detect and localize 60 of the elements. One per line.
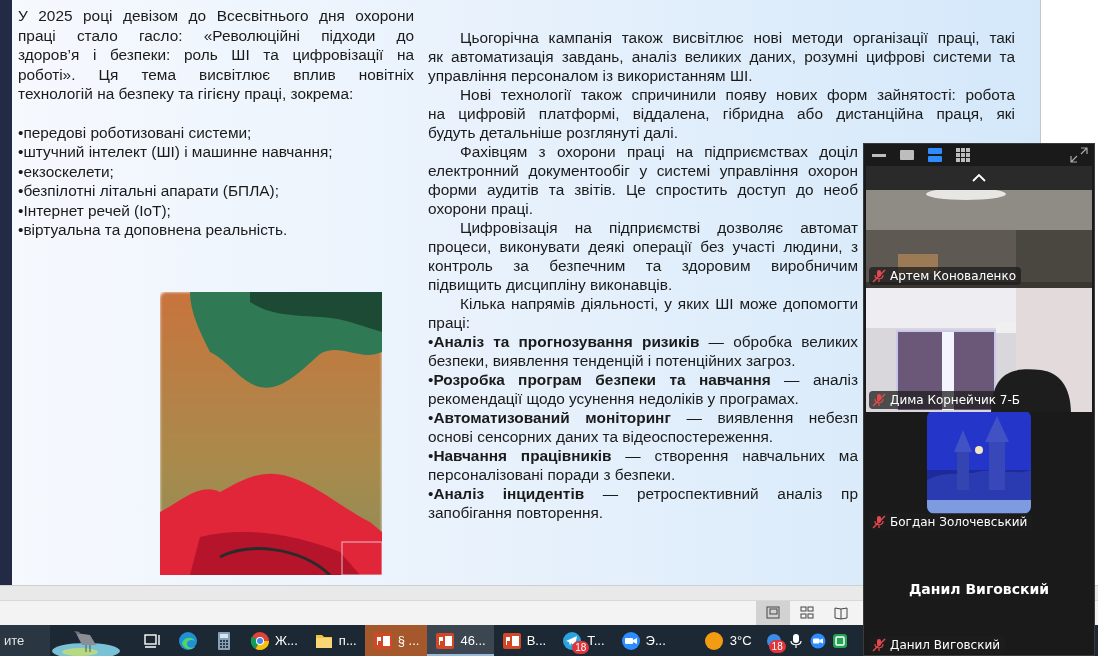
paragraph: Фахівцям з охорони праці на підприємствах доціл електронний документообіг у системі управління охорон форми аудитів та звітів. Це спростить доступ до необ охорони праці. [428, 142, 858, 218]
list-item: •Навчання працівників — створення навчальних ма персоналізовані поради з безпеки. [428, 446, 858, 484]
app-icon[interactable] [831, 632, 848, 649]
list-item: •екзоскелети; [18, 161, 115, 181]
app-label: Т... [587, 633, 605, 648]
app-label: 46... [460, 633, 486, 648]
presentation-icon [372, 630, 393, 651]
app-label: Э... [645, 633, 666, 648]
temperature: 3°C [729, 633, 752, 648]
taskbar-button[interactable]: Ж... [242, 625, 306, 656]
view-button[interactable] [898, 147, 916, 163]
layout-icon [926, 147, 944, 163]
app-label: § ... [397, 633, 420, 648]
paragraph: Кілька напрямів діяльності, у яких ШІ може допомогти праці: [428, 294, 858, 332]
taskbar-button[interactable]: В... [493, 625, 555, 656]
camera-icon [620, 630, 641, 651]
search-field[interactable]: ите [0, 625, 50, 656]
microphone-icon[interactable] [787, 632, 804, 649]
camera-icon[interactable] [809, 632, 826, 649]
book-icon [833, 605, 849, 621]
grid-icon [954, 147, 972, 163]
list-item: •Аналіз та прогнозування ризиків — обробка великих безпеки, виявлення тенденцій і потенційних загроз. [428, 332, 858, 370]
expand-icon [1070, 147, 1088, 163]
notification-badge: 18 [572, 641, 590, 654]
grid-icon [799, 605, 815, 621]
list-item: •віртуальна та доповнена реальність. [18, 220, 289, 240]
taskbar-button[interactable]: п... [305, 625, 365, 656]
participant-name: Данил Виговский [890, 638, 1001, 652]
list-item: •Автоматизований моніторинг — виявлення небезп основі сенсорних даних та відеоспостереження. [428, 408, 858, 446]
paragraph: У 2025 році девізом до Всесвітнього дня охорони праці стало гасло: «Революційні підходи до здоров’я і безпеки: роль ШІ та цифровізації на роботі». Ця тема висвітлює вплив новітніх технологій на безпеку та гігієну праці, зокрема: [18, 6, 414, 104]
list-item: •передові роботизовані системи; [18, 122, 253, 142]
participant-name: Данил Виговский [908, 580, 1050, 597]
paragraph: Нові технології також спричинили появу нових форм зайнятості: робота на цифровій платформі, віддалена, гібридна або дистанційна праця, які будуть детальніше розглянуті далі. [428, 85, 1015, 142]
presentation-icon [501, 630, 522, 651]
paragraph: Цьогорічна кампанія також висвітлює нові методи організації праці, такі як автоматизація завдань, аналіз великих даних, розумні цифрові системи та управління персоналом із використанням ШІ. [428, 28, 1015, 85]
layout-icon [898, 147, 916, 163]
browser-icon [250, 630, 270, 651]
list-item: •штучний інтелект (ШІ) і машинне навчання; [18, 142, 334, 162]
slide-icon [765, 605, 781, 621]
view-button[interactable] [926, 147, 944, 163]
taskbar-button[interactable]: Э... [612, 625, 674, 656]
paragraph: Цифровізація на підприємстві дозволяє автомат процеси, виконувати деякі операції без участі людини, з контроль за безпечним та здоровим виробничим підвищить дисципліну виконавців. [428, 218, 858, 294]
list-item: •безпілотні літальні апарати (БПЛА); [18, 181, 280, 201]
app-label: Ж... [275, 633, 298, 648]
presentation-icon [435, 630, 456, 651]
chevron-up-icon [972, 174, 986, 182]
view-button[interactable] [954, 147, 972, 163]
participant-name: Богдан Золочевський [890, 515, 1028, 529]
app-label: п... [338, 633, 357, 648]
app-label: В... [526, 633, 547, 648]
list-item: •Розробка програм безпеки та навчання — аналіз рекомендації щодо усунення недоліків у програмах. [428, 370, 858, 408]
taskbar-button[interactable]: 46... [427, 625, 494, 656]
minimize-icon [872, 153, 886, 157]
list-item: •Інтернет речей (IoT); [18, 200, 172, 220]
participant-name: Артем Коноваленко [890, 269, 1017, 283]
sun-icon [703, 630, 724, 651]
taskbar-button[interactable]: § ... [364, 625, 428, 656]
fullscreen-button[interactable] [1070, 147, 1088, 163]
browser-icon [178, 630, 198, 651]
list-item: •Аналіз інцидентів — ретроспективний аналіз пр запобігання повторення. [428, 484, 858, 522]
